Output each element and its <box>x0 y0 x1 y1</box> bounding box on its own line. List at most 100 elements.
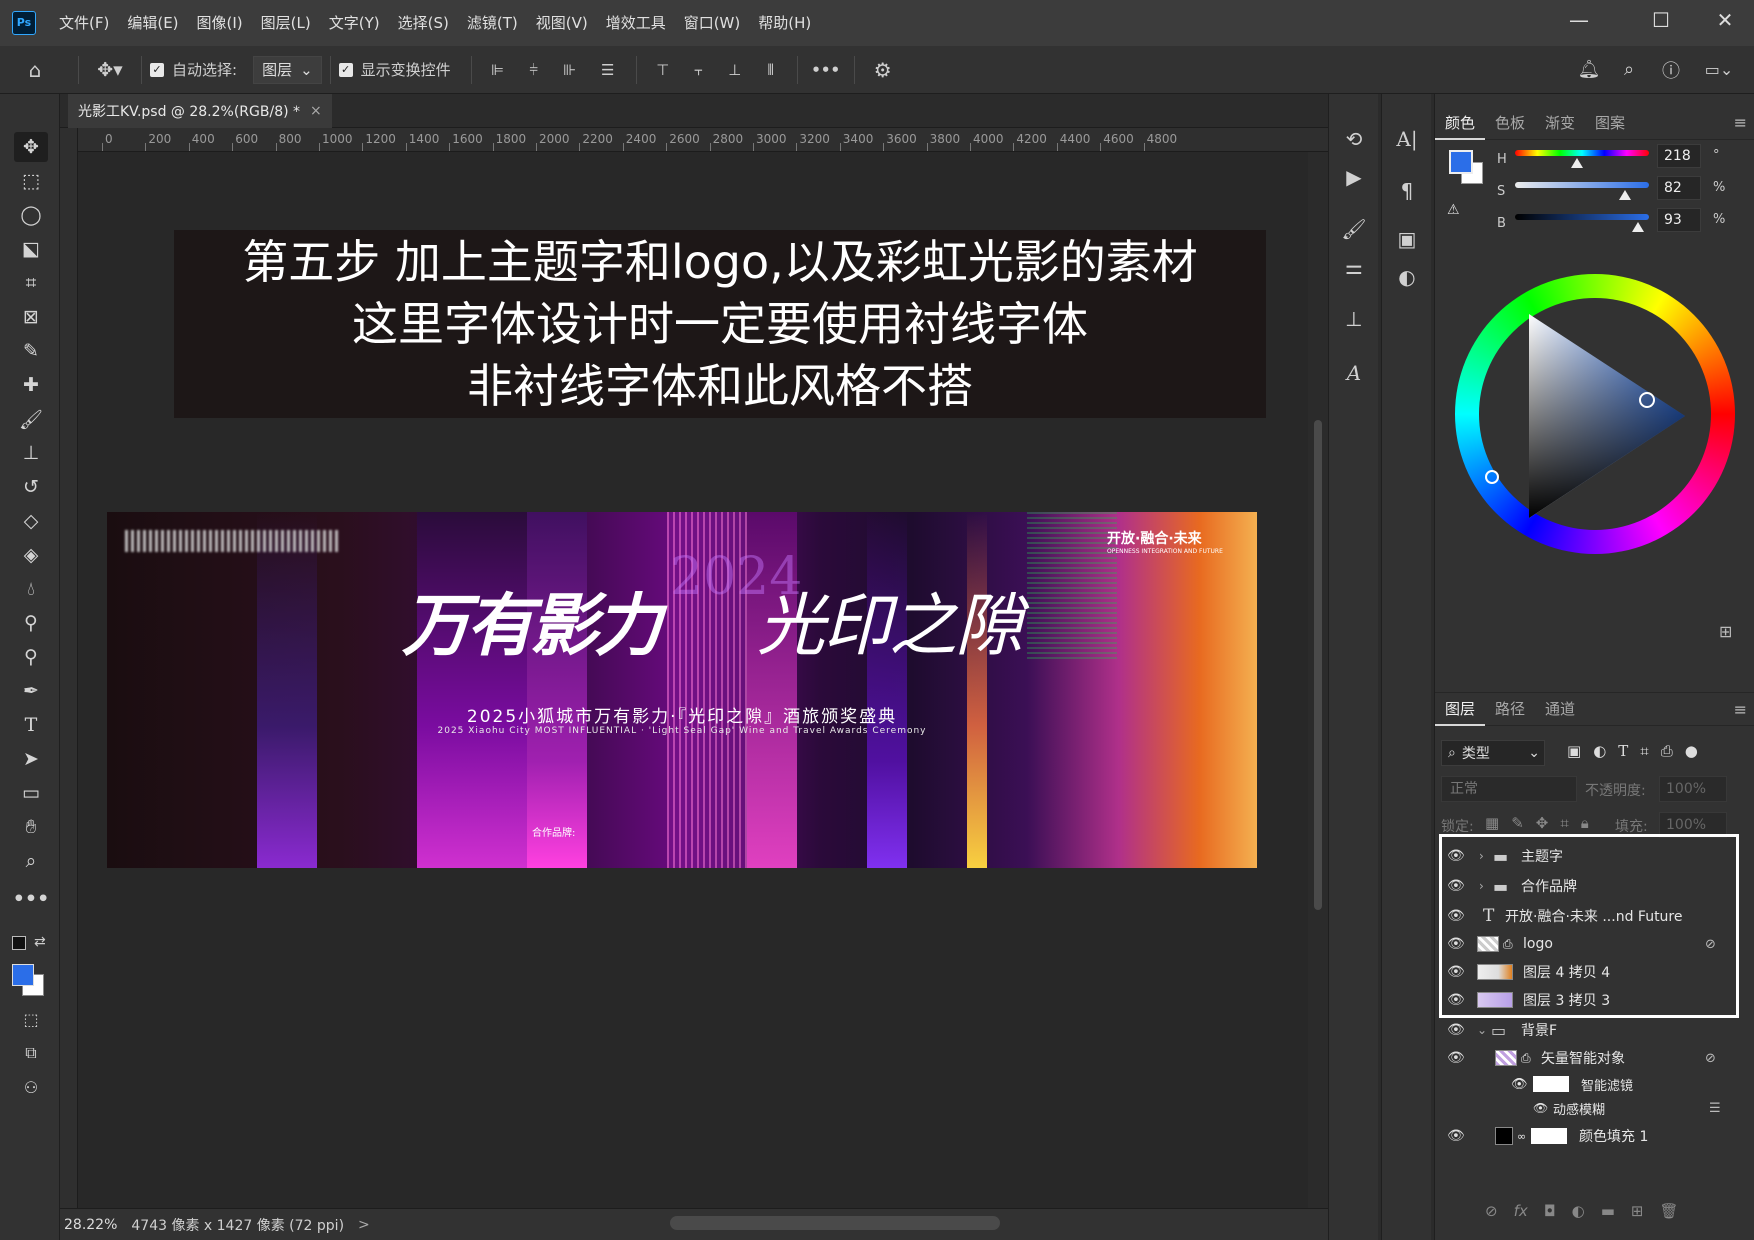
align-top-icon[interactable]: ⊤ <box>645 61 681 79</box>
tab-paths[interactable]: 路径 <box>1485 692 1535 726</box>
tab-patterns[interactable]: 图案 <box>1585 106 1635 140</box>
link-icon[interactable]: ⊘ <box>1705 1051 1716 1066</box>
minimize-button[interactable]: — <box>1554 0 1604 40</box>
chevron-down-icon[interactable]: ⌄ <box>1477 1023 1487 1037</box>
lock-pixels-icon[interactable]: ✎ <box>1511 814 1524 832</box>
smudge-tool-icon[interactable]: ⚲ <box>14 642 48 672</box>
actions-panel-icon[interactable]: ▶ <box>1337 160 1371 194</box>
distribute-vertical-icon[interactable]: ⫴ <box>753 61 789 79</box>
color-wheel[interactable] <box>1455 274 1735 554</box>
fx-icon[interactable]: fx <box>1514 1202 1528 1220</box>
adjustments-icon[interactable]: ⚌ <box>1337 250 1371 284</box>
document-info[interactable]: 4743 像素 x 1427 像素 (72 ppi) <box>131 1215 344 1235</box>
lock-transparency-icon[interactable]: ▦ <box>1485 814 1499 832</box>
history-brush-icon[interactable]: ↺ <box>14 472 48 502</box>
help-icon[interactable]: ⓘ <box>1656 57 1686 83</box>
tab-layers[interactable]: 图层 <box>1435 692 1486 726</box>
tab-color[interactable]: 颜色 <box>1435 106 1486 140</box>
lock-position-icon[interactable]: ✥ <box>1536 814 1549 832</box>
lock-all-icon[interactable]: 🔒︎ <box>1581 814 1589 832</box>
more-options-button[interactable]: ••• <box>806 61 846 79</box>
properties-icon[interactable]: ◐ <box>1390 260 1424 294</box>
menu-plugins[interactable]: 增效工具 <box>597 0 675 46</box>
tab-gradients[interactable]: 渐变 <box>1535 106 1585 140</box>
filter-toggle-icon[interactable]: ● <box>1685 742 1698 760</box>
paint-bucket-icon[interactable]: ◈ <box>14 540 48 570</box>
swap-colors-icon[interactable]: ⇄ <box>34 934 46 950</box>
fg-color-chip[interactable] <box>1449 150 1473 174</box>
auto-select-target-dropdown[interactable]: 图层 ⌄ <box>253 55 322 84</box>
eye-icon[interactable]: 👁︎ <box>1447 1128 1465 1144</box>
close-tab-icon[interactable]: × <box>310 103 322 119</box>
lock-artboard-icon[interactable]: ⌗ <box>1560 814 1568 832</box>
align-left-icon[interactable]: ⊫ <box>480 61 516 79</box>
layer-row[interactable]: 👁︎ ∞ 颜色填充 1 <box>1437 1122 1751 1150</box>
more-tools-icon[interactable]: ••• <box>13 884 49 914</box>
workspace-icon[interactable]: ▭⌄ <box>1696 60 1742 79</box>
blend-mode-dropdown[interactable]: 正常 <box>1441 776 1577 802</box>
eye-icon[interactable]: 👁︎ <box>1447 1022 1465 1038</box>
menu-view[interactable]: 视图(V) <box>527 0 597 46</box>
brush-settings-icon[interactable]: 🖌︎ <box>1337 212 1371 246</box>
history-panel-icon[interactable]: ⟲ <box>1337 122 1371 156</box>
bell-icon[interactable]: 🔔︎ <box>1574 59 1604 80</box>
paragraph-panel-icon[interactable]: ¶ <box>1390 174 1424 208</box>
chain-icon[interactable]: ∞ <box>1517 1130 1526 1143</box>
status-expand-arrow[interactable]: > <box>358 1217 370 1233</box>
saturation-slider[interactable] <box>1515 182 1649 188</box>
align-bottom-icon[interactable]: ⊥ <box>717 61 753 79</box>
new-group-icon[interactable]: ▬ <box>1601 1202 1615 1220</box>
eye-icon[interactable]: 👁︎ <box>1511 1077 1528 1092</box>
crop-tool-icon[interactable]: ⌗ <box>14 268 48 298</box>
dodge-tool-icon[interactable]: ⚲ <box>14 608 48 638</box>
layer-row[interactable]: 👁︎ ⎙ 矢量智能对象 ⊘ <box>1437 1044 1751 1072</box>
filter-pixel-icon[interactable]: ▣ <box>1567 742 1581 760</box>
lasso-tool-icon[interactable]: ◯ <box>14 200 48 230</box>
color-triangle[interactable] <box>1479 298 1711 530</box>
character-panel-icon[interactable]: A| <box>1390 122 1424 156</box>
distribute-icon[interactable]: ☰ <box>588 61 628 79</box>
document-tab[interactable]: 光影工KV.psd @ 28.2%(RGB/8) * × <box>68 94 332 128</box>
close-button[interactable]: ✕ <box>1700 0 1750 40</box>
default-colors-icon[interactable] <box>12 936 26 950</box>
tab-channels[interactable]: 通道 <box>1535 692 1585 726</box>
gamut-warning-icon[interactable]: ⚠ <box>1447 202 1460 218</box>
add-mask-icon[interactable]: ◘ <box>1544 1202 1556 1220</box>
move-tool-icon[interactable]: ✥ <box>14 132 48 162</box>
vertical-scrollbar[interactable] <box>1308 152 1328 1208</box>
zoom-level[interactable]: 28.22% <box>64 1217 117 1233</box>
layers-menu-icon[interactable]: ≡ <box>1734 700 1747 719</box>
menu-image[interactable]: 图像(I) <box>188 0 252 46</box>
hue-ring-marker[interactable] <box>1485 470 1499 484</box>
rectangle-tool-icon[interactable]: ▭ <box>14 778 48 808</box>
menu-edit[interactable]: 编辑(E) <box>118 0 187 46</box>
eye-icon[interactable]: 👁︎ <box>1447 1050 1465 1066</box>
gear-icon[interactable]: ⚙ <box>863 58 903 82</box>
filter-smart-icon[interactable]: ⎙ <box>1661 742 1673 760</box>
hue-slider[interactable] <box>1515 150 1649 156</box>
menu-file[interactable]: 文件(F) <box>50 0 118 46</box>
foreground-color-swatch[interactable] <box>12 964 34 986</box>
type-tool-icon[interactable]: T <box>14 710 48 740</box>
brush-tool-icon[interactable]: 🖌︎ <box>14 404 48 434</box>
clone-source-icon[interactable]: ⊥ <box>1337 302 1371 336</box>
move-tool-preset-icon[interactable]: ✥▾ <box>87 59 133 81</box>
opacity-field[interactable]: 100% <box>1659 776 1727 802</box>
pen-tool-icon[interactable]: ✒ <box>14 676 48 706</box>
eyedropper-tool-icon[interactable]: ✎ <box>14 336 48 366</box>
align-right-icon[interactable]: ⊪ <box>552 61 588 79</box>
search-icon[interactable]: ⌕ <box>1614 59 1644 80</box>
layer-row[interactable]: 👁︎ 动感模糊 ☰ <box>1437 1094 1751 1122</box>
menu-window[interactable]: 窗口(W) <box>675 0 750 46</box>
healing-brush-icon[interactable]: ✚ <box>14 370 48 400</box>
hue-knob[interactable] <box>1571 158 1583 168</box>
hue-value[interactable]: 218 <box>1657 144 1701 168</box>
brightness-value[interactable]: 93 <box>1657 208 1701 232</box>
filter-adjustment-icon[interactable]: ◐ <box>1593 742 1606 760</box>
saturation-knob[interactable] <box>1619 190 1631 200</box>
layer-row[interactable]: 👁︎ ⌄ ▭ 背景F <box>1437 1016 1751 1044</box>
hand-tool-icon[interactable]: ✋︎ <box>14 812 48 842</box>
menu-filter[interactable]: 滤镜(T) <box>458 0 527 46</box>
home-icon[interactable]: ⌂ <box>0 58 70 82</box>
brightness-slider[interactable] <box>1515 214 1649 220</box>
